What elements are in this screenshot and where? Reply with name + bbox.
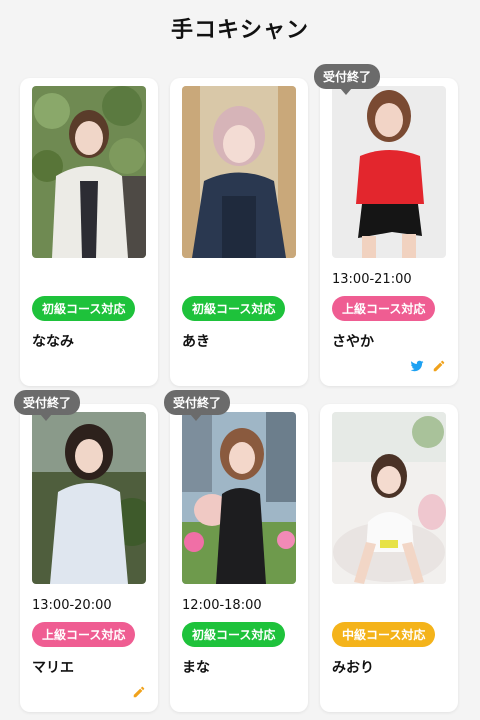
course-badge: 初級コース対応 xyxy=(32,296,136,321)
schedule-time: 12:00-18:00 xyxy=(182,598,262,613)
card-icons xyxy=(410,358,446,372)
cast-name[interactable]: ななみ xyxy=(32,331,146,351)
course-badge: 初級コース対応 xyxy=(182,622,286,647)
cast-photo[interactable] xyxy=(332,86,446,258)
cast-card-nanami[interactable]: 初級コース対応 ななみ xyxy=(20,78,158,386)
status-badge: 受付終了 xyxy=(14,390,81,421)
schedule-time xyxy=(332,598,446,614)
course-badge: 初級コース対応 xyxy=(182,296,286,321)
cast-card-marie[interactable]: 受付終了 13:00-20:00 上級コース対応 マリエ xyxy=(14,390,158,712)
cast-name[interactable]: さやか xyxy=(332,331,446,351)
card-icons xyxy=(132,684,146,698)
cast-card-mana[interactable]: 受付終了 12:00-18:00 初級コース対応 まな xyxy=(164,390,308,712)
cast-name[interactable]: まな xyxy=(182,657,296,677)
course-badge: 上級コース対応 xyxy=(332,296,436,321)
schedule-time: 13:00-21:00 xyxy=(332,272,412,287)
cast-name[interactable]: マリエ xyxy=(32,657,146,677)
pencil-icon[interactable] xyxy=(132,684,146,698)
page-title: 手コキシャン xyxy=(170,18,309,43)
cast-name[interactable]: みおり xyxy=(332,657,446,677)
schedule-time: 13:00-20:00 xyxy=(32,598,112,613)
cast-photo[interactable] xyxy=(32,86,146,258)
cast-card-sayaka[interactable]: 受付終了 13:00-21:00 上級コース対応 さやか xyxy=(314,64,458,386)
schedule-time xyxy=(182,272,296,288)
status-badge: 受付終了 xyxy=(164,390,231,421)
cast-photo[interactable] xyxy=(182,412,296,584)
course-badge: 上級コース対応 xyxy=(32,622,136,647)
status-badge: 受付終了 xyxy=(314,64,381,95)
cast-photo[interactable] xyxy=(182,86,296,258)
pencil-icon[interactable] xyxy=(432,358,446,372)
cast-photo[interactable] xyxy=(32,412,146,584)
cast-card-miori[interactable]: 中級コース対応 みおり xyxy=(320,404,458,712)
cast-photo[interactable] xyxy=(332,412,446,584)
cast-grid: 初級コース対応 ななみ 初級コース対応 あき 受付終了 13:00-21:00 … xyxy=(14,64,458,712)
schedule-time xyxy=(32,272,146,288)
cast-card-aki[interactable]: 初級コース対応 あき xyxy=(170,78,308,386)
cast-name[interactable]: あき xyxy=(182,331,296,351)
twitter-icon[interactable] xyxy=(410,358,424,372)
course-badge: 中級コース対応 xyxy=(332,622,436,647)
